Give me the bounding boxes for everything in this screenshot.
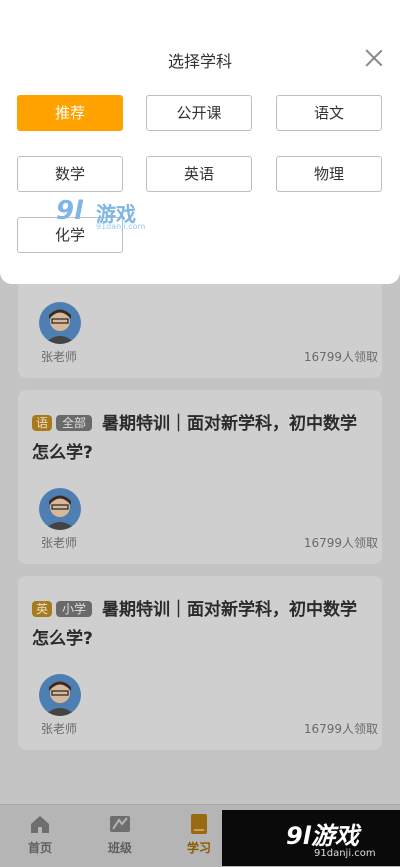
teacher-avatar <box>39 488 81 530</box>
nav-item-home[interactable]: 首页 <box>10 813 70 856</box>
nav-item-study[interactable]: 学习 <box>169 813 229 856</box>
nav-label: 学习 <box>186 841 211 855</box>
teacher-name: 张老师 <box>41 350 78 364</box>
class-icon <box>109 813 131 835</box>
teacher-name: 张老师 <box>41 536 78 550</box>
subject-chip-open-class[interactable]: 公开课 <box>146 95 252 131</box>
home-icon <box>29 813 51 835</box>
subject-chip-english[interactable]: 英语 <box>146 156 252 192</box>
watermark-url: 91danji.com <box>314 848 376 859</box>
nav-label: 班级 <box>107 841 132 855</box>
level-tag: 全部 <box>56 415 93 431</box>
subject-chip-chinese[interactable]: 语文 <box>276 95 382 131</box>
subject-chip-recommend[interactable]: 推荐 <box>17 95 123 131</box>
watermark-brand: 9l游戏 <box>286 822 359 850</box>
course-title: 语全部 暑期特训｜面对新学科，初中数学怎么学? <box>32 410 368 468</box>
enroll-count: 16799人领取 <box>303 722 378 736</box>
enroll-count: 16799人领取 <box>303 350 378 364</box>
nav-label: 首页 <box>27 841 52 855</box>
level-tag: 小学 <box>56 601 93 617</box>
watermark-mark: 9l <box>56 196 84 226</box>
close-icon[interactable] <box>364 48 384 68</box>
subject-chip-physics[interactable]: 物理 <box>276 156 382 192</box>
book-icon <box>188 813 210 835</box>
subject-picker-sheet: 选择学科 推荐 公开课 语文 数学 英语 物理 化学 9l 游戏 91danji… <box>0 0 400 284</box>
watermark-url: 91danji.com <box>96 222 146 231</box>
subject-chip-math[interactable]: 数学 <box>17 156 123 192</box>
teacher-avatar <box>39 302 81 344</box>
course-card[interactable]: 英小学 暑期特训｜面对新学科，初中数学怎么学? 张老师 16799人领取 <box>18 576 382 750</box>
course-title: 英小学 暑期特训｜面对新学科，初中数学怎么学? <box>32 596 368 654</box>
watermark-logo: 9l 游戏 91danji.com <box>56 196 166 236</box>
course-card[interactable]: 语全部 暑期特训｜面对新学科，初中数学怎么学? 张老师 16799人领取 <box>18 390 382 564</box>
sheet-title: 选择学科 <box>167 52 232 71</box>
enroll-count: 16799人领取 <box>303 536 378 550</box>
nav-item-class[interactable]: 班级 <box>90 813 150 856</box>
teacher-name: 张老师 <box>41 722 78 736</box>
teacher-avatar <box>39 674 81 716</box>
course-card[interactable]: 张老师 16799人领取 <box>18 272 382 378</box>
subject-tag: 语 <box>32 415 53 431</box>
watermark-logo: 9l游戏 91danji.com <box>222 810 400 866</box>
subject-tag: 英 <box>32 601 53 617</box>
